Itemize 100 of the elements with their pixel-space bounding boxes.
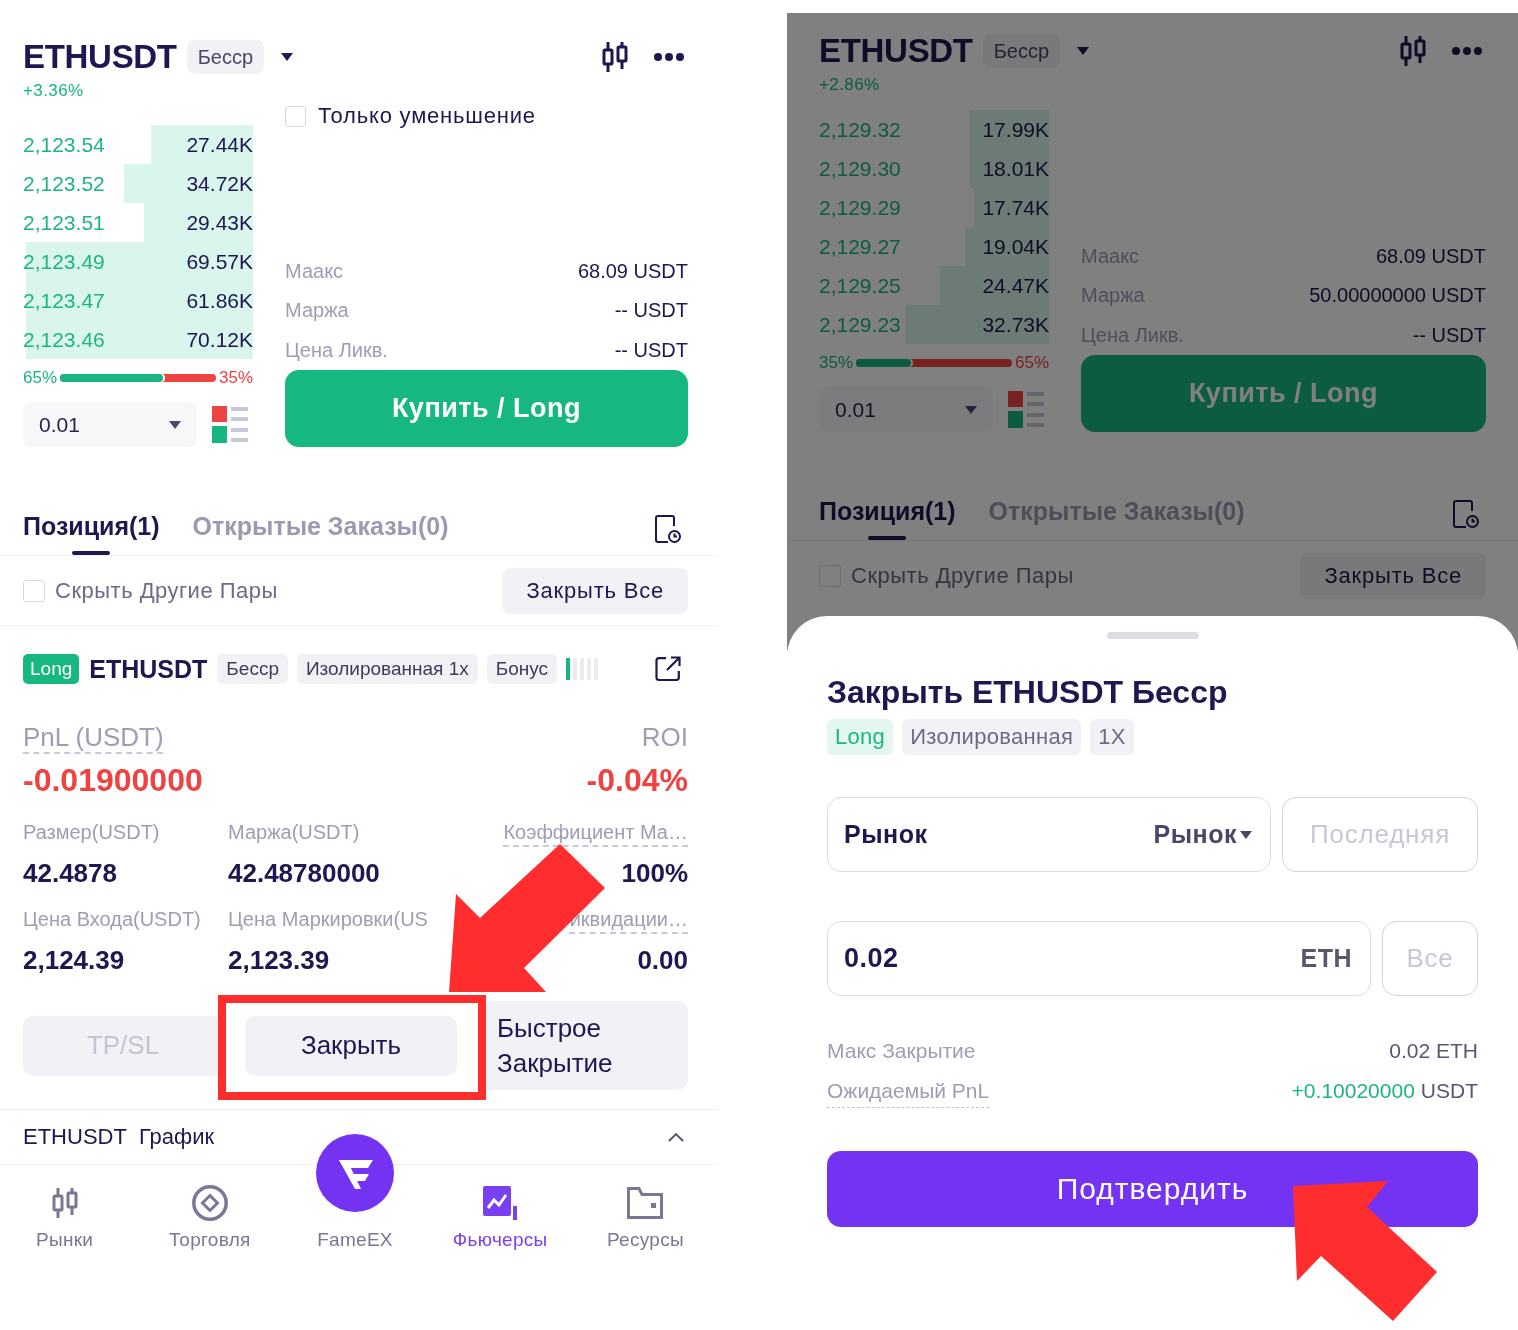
nav-item[interactable]: FameEX xyxy=(282,1134,428,1252)
layout-icon[interactable] xyxy=(212,406,248,443)
field-value: 2,124.39 xyxy=(23,944,125,976)
amount-value: 0.02 xyxy=(844,943,899,974)
bid-price: 2,129.27 xyxy=(819,234,901,259)
roi-value: -0.04% xyxy=(586,761,688,799)
mode-tag: 1X xyxy=(1090,719,1134,755)
bid-amount: 17.74K xyxy=(982,195,1049,220)
pnl-value: -0.01900000 xyxy=(23,761,203,799)
bid-price: 2,123.47 xyxy=(23,288,105,313)
bid-price: 2,123.52 xyxy=(23,171,105,196)
diamond-circle-icon xyxy=(191,1185,228,1221)
chart-label: График xyxy=(138,1124,215,1150)
candlestick-icon[interactable] xyxy=(601,42,629,72)
price-change: +3.36% xyxy=(23,81,84,101)
chart-icon xyxy=(483,1186,518,1220)
bid-price: 2,123.46 xyxy=(23,327,105,352)
field-label: Коэффициент Ма… xyxy=(503,820,688,845)
precision-select[interactable]: 0.01 xyxy=(23,402,197,447)
field-value: 42.48780000 xyxy=(228,857,380,889)
document-clock-icon[interactable] xyxy=(655,515,681,543)
bid-amount: 17.99K xyxy=(982,117,1049,142)
nav-item[interactable]: Рынки xyxy=(0,1165,138,1252)
bid-price: 2,123.49 xyxy=(23,249,105,274)
field-label: Размер(USDT) xyxy=(23,820,160,845)
field-label: иквидации… xyxy=(569,907,688,932)
level-bars-icon xyxy=(566,658,599,680)
bid-price: 2,123.54 xyxy=(23,132,105,157)
checkbox[interactable] xyxy=(285,105,306,127)
order-type-field[interactable]: Рынок Рынок xyxy=(827,797,1271,872)
caret-down-icon xyxy=(965,405,977,414)
nav-item[interactable]: Торговля xyxy=(137,1165,283,1252)
stat-value: -- USDT xyxy=(614,338,688,362)
side-badge: Long xyxy=(23,654,80,684)
drag-handle[interactable] xyxy=(1106,632,1199,639)
checkbox-label: Скрыть Другие Пары xyxy=(55,577,278,604)
tab[interactable]: Позиция(1) xyxy=(819,485,956,540)
caret-down-icon xyxy=(169,420,181,429)
close-all-button[interactable]: Закрыть Все xyxy=(1300,552,1486,599)
bid-amount: 61.86K xyxy=(186,288,253,313)
buy-button[interactable]: Купить / Long xyxy=(285,370,688,447)
roi-label: ROI xyxy=(641,721,688,753)
stat-value: 0.02 ETH xyxy=(1389,1038,1478,1064)
stat-value: 68.09 USDT xyxy=(577,259,688,283)
precision-select[interactable]: 0.01 xyxy=(819,387,993,432)
more-icon[interactable] xyxy=(654,53,684,61)
field-value: 0.00 xyxy=(637,944,688,976)
mode-tag: Изолированная xyxy=(902,719,1082,755)
bid-amount: 69.57K xyxy=(186,249,253,274)
sell-ratio: 35% xyxy=(218,368,253,388)
chevron-up-icon[interactable] xyxy=(668,1132,684,1142)
contract-tag: Бесср xyxy=(982,34,1061,68)
layout-icon[interactable] xyxy=(1008,391,1044,428)
bid-amount: 27.44K xyxy=(186,132,253,157)
caret-down-icon xyxy=(1240,830,1252,839)
bid-price: 2,129.25 xyxy=(819,273,901,298)
order-type-dropdown[interactable]: Рынок xyxy=(1153,820,1252,849)
contract-tag: Бесср xyxy=(186,40,265,74)
amount-field[interactable]: 0.02 ETH xyxy=(827,921,1371,996)
bid-amount: 24.47K xyxy=(982,273,1049,298)
position-tag: Бесср xyxy=(217,654,288,684)
field-value: 100% xyxy=(621,857,688,889)
bid-price: 2,123.51 xyxy=(23,210,105,235)
symbol-title: ETHUSDT xyxy=(23,37,177,77)
tab[interactable]: Открытые Заказы(0) xyxy=(192,500,449,542)
field-label: Цена Маркировки(US xyxy=(228,907,428,932)
checkbox-label: Только уменьшение xyxy=(318,103,536,129)
stat-value: +0.10020000 xyxy=(1291,1078,1415,1104)
checkbox-label: Скрыть Другие Пары xyxy=(851,562,1074,589)
nav-item[interactable]: Ресурсы xyxy=(572,1165,718,1252)
logo-icon xyxy=(316,1134,394,1212)
action-button[interactable]: Закрыть xyxy=(245,1015,457,1076)
nav-item[interactable]: Фьючерсы xyxy=(427,1165,573,1252)
bid-price: 2,129.29 xyxy=(819,195,901,220)
pnl-label: PnL (USDT) xyxy=(23,721,164,753)
unit-label: ETH xyxy=(1300,944,1352,973)
bid-amount: 29.43K xyxy=(186,210,253,235)
tab[interactable]: Позиция(1) xyxy=(23,500,160,555)
checkbox[interactable] xyxy=(23,579,45,602)
position-symbol: ETHUSDT xyxy=(89,654,208,684)
position-tag: Бонус xyxy=(486,654,558,684)
buy-ratio: 35% xyxy=(819,353,854,373)
unit-label: USDT xyxy=(1420,1078,1478,1104)
caret-down-icon[interactable] xyxy=(281,53,294,61)
position-tag: Изолированная 1x xyxy=(296,654,478,684)
confirm-button[interactable]: Подтвердить xyxy=(827,1151,1478,1227)
stat-value: 68.09 USDT xyxy=(1375,244,1486,268)
stat-value: -- USDT xyxy=(1412,323,1486,347)
stat-label: Цена Ликв. xyxy=(285,338,388,362)
bid-amount: 34.72K xyxy=(186,171,253,196)
external-link-icon[interactable] xyxy=(655,656,681,682)
bid-amount: 32.73K xyxy=(982,312,1049,337)
sheet-title: Закрыть ETHUSDT Бесср xyxy=(827,673,1229,712)
close-all-button[interactable]: Закрыть Все xyxy=(502,567,688,614)
bid-amount: 18.01K xyxy=(982,156,1049,181)
bid-price: 2,129.23 xyxy=(819,312,901,337)
bid-price: 2,129.32 xyxy=(819,117,901,142)
field-label: Рынок xyxy=(844,820,928,849)
side-tag: Long xyxy=(827,719,894,755)
stat-label: Ожидаемый PnL xyxy=(827,1078,990,1108)
